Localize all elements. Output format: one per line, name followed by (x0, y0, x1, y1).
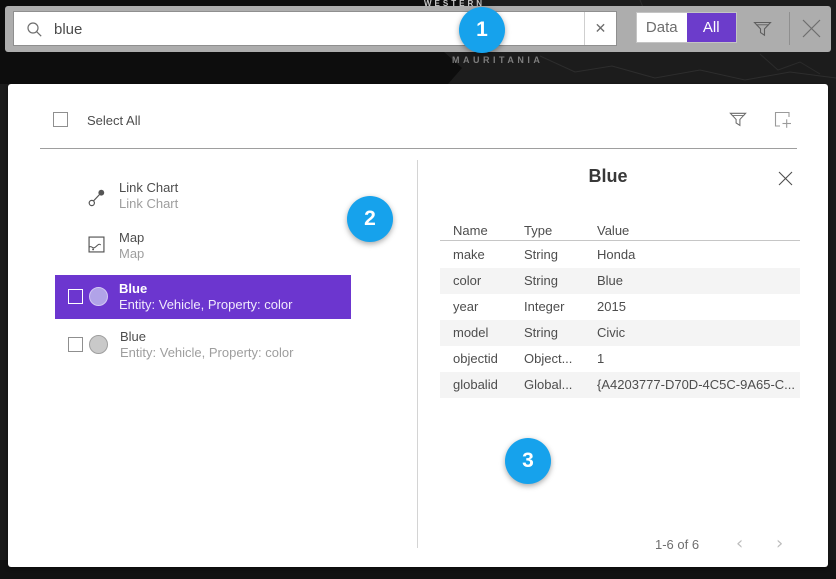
panel-vertical-divider (417, 160, 418, 548)
panel-header-divider (40, 148, 797, 149)
add-selection-icon[interactable] (773, 110, 793, 130)
result-item-subtitle: Entity: Vehicle, Property: color (119, 297, 292, 312)
cell-value: 1 (597, 346, 797, 372)
table-row: globalid Global... {A4203777-D70D-4C5C-9… (440, 372, 800, 398)
result-item-subtitle: Entity: Vehicle, Property: color (120, 345, 293, 360)
pagination-next-icon[interactable]: › (776, 536, 783, 552)
result-item-selected[interactable]: Blue Entity: Vehicle, Property: color (55, 275, 351, 319)
table-row: year Integer 2015 (440, 294, 800, 320)
map-icon (88, 236, 105, 253)
cell-name: model (453, 320, 488, 346)
callout-badge-3: 3 (505, 438, 551, 484)
table-row: model String Civic (440, 320, 800, 346)
cell-value: Blue (597, 268, 797, 294)
cell-type: Integer (524, 294, 564, 320)
scope-data-button[interactable]: Data (637, 13, 687, 42)
result-item-title[interactable]: Blue (120, 329, 146, 344)
result-item-subtitle: Link Chart (119, 196, 178, 211)
cell-value: 2015 (597, 294, 797, 320)
search-toolbar: blue ✕ Data All (5, 6, 831, 52)
cell-value: Honda (597, 242, 797, 268)
close-search-icon[interactable] (800, 17, 823, 40)
table-row: make String Honda (440, 242, 800, 268)
item-checkbox[interactable] (68, 337, 83, 352)
cell-name: make (453, 242, 485, 268)
table-row: color String Blue (440, 268, 800, 294)
pagination-prev-icon[interactable]: ‹ (736, 536, 743, 552)
item-checkbox[interactable] (68, 289, 83, 304)
result-item-title[interactable]: Link Chart (119, 180, 178, 195)
cell-type: Global... (524, 372, 572, 398)
link-chart-icon (87, 188, 107, 208)
search-query-text: blue (54, 21, 82, 38)
cell-name: globalid (453, 372, 498, 398)
cell-value: {A4203777-D70D-4C5C-9A65-C... (597, 372, 797, 398)
result-item-title: Blue (119, 281, 147, 296)
cell-type: String (524, 242, 558, 268)
column-header-value: Value (597, 218, 797, 240)
callout-badge-1: 1 (459, 7, 505, 53)
column-header-type: Type (524, 218, 552, 240)
cell-name: color (453, 268, 481, 294)
clear-search-button[interactable]: ✕ (584, 12, 616, 45)
search-input[interactable]: blue ✕ (13, 11, 617, 46)
point-symbol-icon (89, 335, 108, 354)
panel-filter-icon[interactable] (728, 110, 748, 130)
callout-badge-2: 2 (347, 196, 393, 242)
search-results-panel: Select All Link Chart Link Chart Map Ma (8, 84, 828, 567)
table-row: objectid Object... 1 (440, 346, 800, 372)
pagination-range: 1-6 of 6 (655, 537, 699, 552)
cell-name: objectid (453, 346, 498, 372)
scope-toggle: Data All (636, 12, 737, 43)
column-header-name: Name (453, 218, 488, 240)
details-close-icon[interactable] (777, 170, 794, 187)
cell-type: Object... (524, 346, 572, 372)
cell-type: String (524, 320, 558, 346)
details-title: Blue (418, 166, 798, 187)
map-label-mauritania: MAURITANIA (452, 55, 543, 65)
cell-value: Civic (597, 320, 797, 346)
scope-all-button[interactable]: All (687, 13, 737, 42)
point-symbol-icon (89, 287, 108, 306)
select-all-label: Select All (87, 113, 140, 128)
select-all-checkbox[interactable] (53, 112, 68, 127)
result-item-subtitle: Map (119, 246, 144, 261)
cell-name: year (453, 294, 478, 320)
table-header-divider (440, 240, 800, 241)
cell-type: String (524, 268, 558, 294)
search-icon (26, 21, 43, 38)
toolbar-divider (789, 12, 790, 45)
filter-icon[interactable] (752, 19, 773, 40)
result-item-title[interactable]: Map (119, 230, 144, 245)
